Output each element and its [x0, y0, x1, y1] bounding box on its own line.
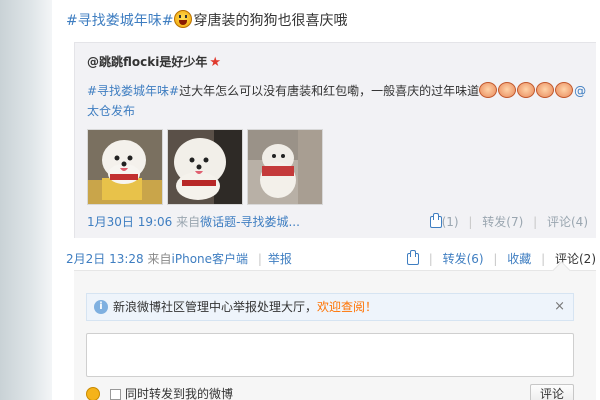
divider: |: [493, 252, 498, 266]
favorite-link[interactable]: 收藏: [507, 252, 531, 266]
post-text: #寻找娄城年味# 穿唐装的狗狗也很喜庆哦: [66, 10, 347, 32]
star-badge-icon: ★: [209, 55, 222, 70]
like-icon[interactable]: [406, 250, 419, 265]
report-link[interactable]: 举报: [268, 252, 292, 266]
laughing-emoji-icon: [174, 10, 193, 28]
dog-photo-thumbnail[interactable]: [167, 129, 243, 205]
submit-comment-button[interactable]: 评论: [530, 384, 574, 400]
forward-link[interactable]: 转发(6): [443, 252, 484, 266]
also-repost-label: 同时转发到我的微博: [125, 387, 234, 400]
notice-banner: i 新浪微博社区管理中心举报处理大厅，欢迎查阅！ ×: [86, 293, 574, 321]
piggy-emoji-icon: [555, 82, 574, 98]
divider: |: [468, 215, 473, 229]
repost-author[interactable]: @跳跳flocki是好少年 ★: [87, 53, 221, 70]
repost-forward-link[interactable]: 转发(7): [482, 215, 523, 229]
repost-body: #寻找娄城年味#过大年怎么可以没有唐装和红包嘞，一般喜庆的过年味道 @太仓发布: [87, 81, 587, 121]
also-repost-checkbox[interactable]: [110, 389, 121, 400]
source-prefix: 来自: [147, 252, 172, 266]
piggy-emoji-icon: [498, 82, 517, 98]
notice-link[interactable]: 欢迎查阅！: [317, 300, 377, 314]
feed-card: #寻找娄城年味# 穿唐装的狗狗也很喜庆哦 @跳跳flocki是好少年 ★ #寻找娄城…: [52, 0, 600, 400]
piggy-emoji-icon: [479, 82, 498, 98]
dog-photo-thumbnail[interactable]: [87, 129, 163, 205]
like-icon[interactable]: [429, 213, 442, 228]
like-count[interactable]: (1): [442, 215, 459, 229]
piggy-emoji-icon: [517, 82, 536, 98]
divider: |: [541, 252, 546, 266]
source-prefix: 来自: [176, 215, 201, 229]
topic-tag[interactable]: #寻找娄城年味#: [66, 13, 173, 29]
post-body: 穿唐装的狗狗也很喜庆哦: [193, 13, 348, 29]
post-footer: 2月2日 13:28 来自iPhone客户端 | 举报 | 转发(6) | 收藏 …: [66, 250, 596, 266]
comment-input[interactable]: [86, 333, 574, 377]
close-icon[interactable]: ×: [554, 294, 565, 320]
repost-text: 过大年怎么可以没有唐装和红包嘞，一般喜庆的过年味道: [179, 84, 480, 98]
emoji-picker-icon[interactable]: [86, 387, 100, 400]
divider: |: [428, 252, 433, 266]
info-icon: i: [94, 300, 108, 314]
repost-actions: (1) | 转发(7) | 评论(4): [429, 213, 588, 230]
divider: |: [257, 252, 262, 266]
reposted-weibo: @跳跳flocki是好少年 ★ #寻找娄城年味#过大年怎么可以没有唐装和红包嘞，一…: [74, 42, 596, 238]
piggy-emoji-icon: [536, 82, 555, 98]
comment-options: 同时转发到我的微博: [86, 385, 233, 400]
dog-photo-thumbnail[interactable]: [247, 129, 323, 205]
repost-timestamp[interactable]: 1月30日 19:06: [87, 215, 172, 229]
repost-source-link[interactable]: 微话题-寻找娄城...: [200, 215, 300, 229]
repost-topic-tag[interactable]: #寻找娄城年味#: [87, 84, 179, 98]
comment-panel: i 新浪微博社区管理中心举报处理大厅，欢迎查阅！ × 同时转发到我的微博: [74, 270, 596, 400]
repost-comment-link[interactable]: 评论(4): [547, 215, 588, 229]
post-actions: | 转发(6) | 收藏 | 评论(2): [406, 250, 596, 267]
notice-text: 新浪微博社区管理中心举报处理大厅，: [113, 300, 318, 314]
post-source-link[interactable]: iPhone客户端: [172, 252, 249, 266]
divider: |: [533, 215, 538, 229]
page-background-edge: [0, 0, 52, 400]
repost-meta: 1月30日 19:06 来自微话题-寻找娄城...: [87, 213, 300, 230]
post-timestamp[interactable]: 2月2日 13:28: [66, 252, 144, 266]
